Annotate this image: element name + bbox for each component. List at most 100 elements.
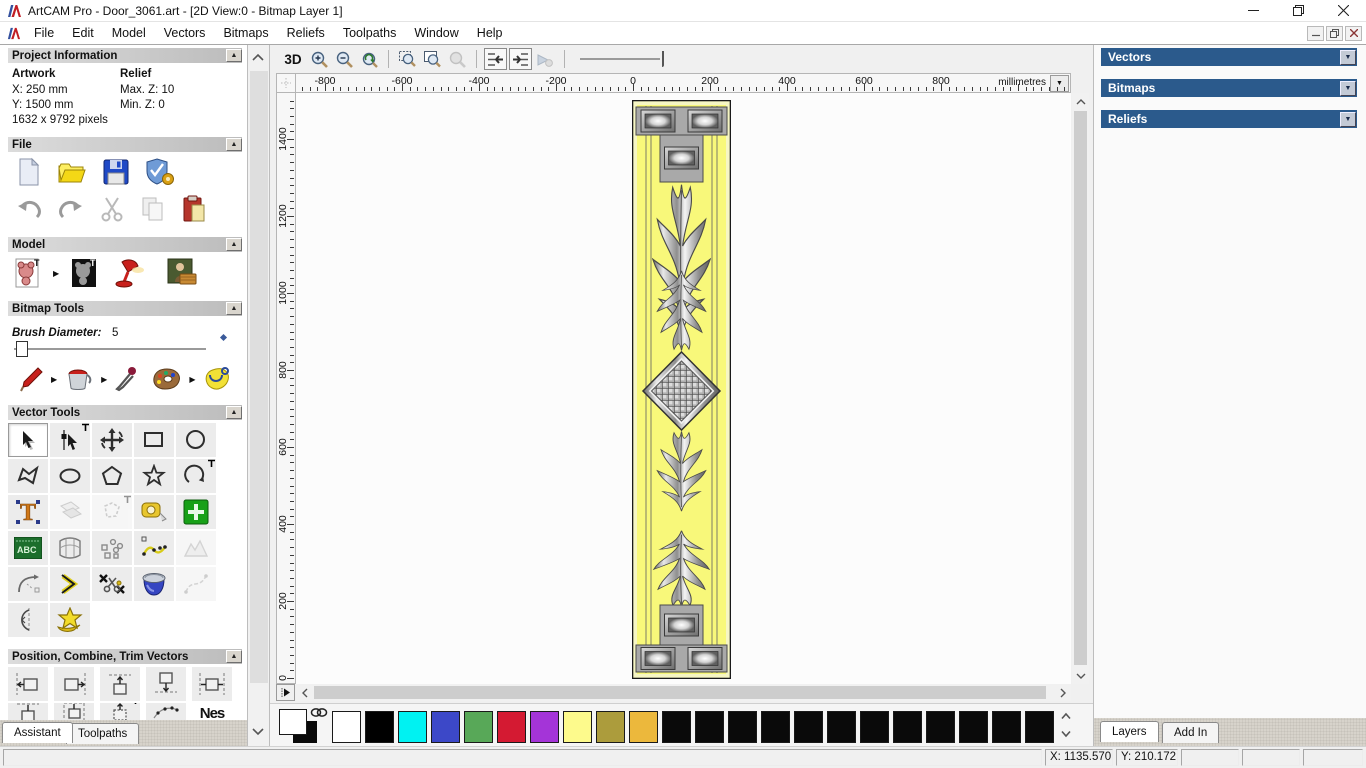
assistant-scroll-thumb[interactable] (250, 71, 268, 683)
create-rectangle-button[interactable] (134, 423, 174, 457)
palette-swatch[interactable] (596, 711, 625, 743)
align-right-button[interactable] (54, 667, 94, 701)
paste-button[interactable] (182, 195, 206, 223)
undo-button[interactable] (16, 198, 42, 220)
section-header-vector-tools[interactable]: Vector Tools ▲ (8, 405, 242, 420)
mdi-close-button[interactable] (1345, 25, 1362, 41)
wrap-vectors-button[interactable] (50, 603, 90, 637)
zoom-slider-track[interactable] (580, 58, 660, 60)
menu-file[interactable]: File (25, 23, 63, 43)
paint-button[interactable] (18, 366, 44, 392)
palette-scroll-down-button[interactable] (1060, 730, 1072, 738)
align-top-button[interactable] (100, 667, 140, 701)
zoom-previous-button[interactable] (358, 48, 381, 70)
panel-expand-button[interactable]: ▼ (1340, 111, 1356, 127)
zoom-box-button[interactable] (396, 48, 419, 70)
mdi-minimize-button[interactable] (1307, 25, 1324, 41)
cut-button[interactable] (100, 196, 124, 222)
menu-bitmaps[interactable]: Bitmaps (214, 23, 277, 43)
adjust-model-button[interactable]: T (70, 257, 98, 289)
palette-swatch[interactable] (728, 711, 757, 743)
close-button[interactable] (1321, 0, 1366, 21)
brush-diameter-slider[interactable] (14, 348, 206, 350)
palette-swatch[interactable] (365, 711, 394, 743)
brush-diameter-slider-handle[interactable] (16, 341, 28, 357)
section-header-file[interactable]: File ▲ (8, 137, 242, 152)
canvas-vertical-scrollbar[interactable] (1072, 93, 1089, 684)
menu-window[interactable]: Window (405, 23, 467, 43)
menu-reliefs[interactable]: Reliefs (278, 23, 334, 43)
colour-picker-button[interactable] (114, 366, 140, 392)
create-polygon-button[interactable] (92, 459, 132, 493)
collapse-button[interactable]: ▲ (226, 138, 242, 151)
scroll-down-button[interactable] (1072, 667, 1089, 684)
panel-bar-reliefs[interactable]: Reliefs ▼ (1101, 110, 1357, 128)
view-3d-button[interactable]: 3D (280, 48, 306, 70)
tab-add-in[interactable]: Add In (1162, 722, 1220, 743)
cut-trim-vectors-button[interactable] (92, 567, 132, 601)
mdi-restore-button[interactable] (1326, 25, 1343, 41)
collapse-button[interactable]: ▲ (226, 650, 242, 663)
envelope-distortion-button[interactable] (50, 531, 90, 565)
panel-bar-bitmaps[interactable]: Bitmaps ▼ (1101, 79, 1357, 97)
primary-colour-indicator[interactable] (279, 709, 307, 735)
restore-button[interactable] (1276, 0, 1321, 21)
palette-swatch[interactable] (662, 711, 691, 743)
transform-vectors-button[interactable] (92, 423, 132, 457)
dock-left-button[interactable] (484, 48, 507, 70)
pane-split-button[interactable] (276, 684, 295, 701)
zoom-fit-button[interactable] (421, 48, 444, 70)
create-ellipse-button[interactable] (50, 459, 90, 493)
tab-toolpaths[interactable]: Toolpaths (66, 723, 140, 744)
palette-swatch[interactable] (695, 711, 724, 743)
palette-swatch[interactable] (761, 711, 790, 743)
palette-swatch[interactable] (332, 711, 361, 743)
align-center-horizontal-button[interactable] (192, 667, 232, 701)
scroll-up-icon[interactable] (251, 53, 265, 61)
model-properties-button[interactable] (145, 157, 175, 187)
panel-bar-vectors[interactable]: Vectors ▼ (1101, 48, 1357, 66)
tab-layers[interactable]: Layers (1100, 721, 1159, 742)
zoom-slider[interactable] (576, 49, 676, 69)
offset-vectors-button[interactable] (50, 495, 90, 529)
assistant-scrollbar[interactable] (248, 45, 270, 746)
align-bottom-button[interactable] (146, 667, 186, 701)
new-model-button[interactable] (16, 157, 42, 187)
preview-button[interactable] (534, 48, 557, 70)
palette-scroll-up-button[interactable] (1060, 712, 1072, 720)
join-vectors-button[interactable] (50, 567, 90, 601)
collapse-button[interactable]: ▲ (226, 238, 242, 251)
fillet-tool-button[interactable] (8, 567, 48, 601)
copy-button[interactable] (140, 196, 166, 222)
create-polyline-button[interactable] (8, 459, 48, 493)
open-model-button[interactable] (57, 158, 87, 186)
panel-expand-button[interactable]: ▼ (1340, 80, 1356, 96)
menu-help[interactable]: Help (468, 23, 512, 43)
scroll-down-icon[interactable] (251, 728, 265, 736)
lighting-button[interactable] (114, 258, 146, 288)
menu-vectors[interactable]: Vectors (155, 23, 215, 43)
palette-swatch[interactable] (464, 711, 493, 743)
palette-swatch[interactable] (926, 711, 955, 743)
simplify-vectors-button[interactable] (176, 531, 216, 565)
section-header-position-combine-trim[interactable]: Position, Combine, Trim Vectors ▲ (8, 649, 242, 664)
zoom-object-button[interactable] (446, 48, 469, 70)
horizontal-scroll-thumb[interactable] (314, 686, 1046, 699)
section-header-model[interactable]: Model ▲ (8, 237, 242, 252)
fit-curve-to-points-button[interactable] (134, 531, 174, 565)
set-model-size-button[interactable]: T (14, 257, 42, 289)
vertical-scroll-thumb[interactable] (1074, 111, 1087, 665)
palette-swatch[interactable] (860, 711, 889, 743)
redo-button[interactable] (58, 198, 84, 220)
tab-assistant[interactable]: Assistant (2, 722, 73, 743)
ruler-units-button[interactable]: ▼▲ (1050, 75, 1069, 92)
palette-swatch[interactable] (1025, 711, 1054, 743)
slider-pin-icon[interactable] (219, 333, 228, 342)
canvas-horizontal-scrollbar[interactable] (296, 684, 1071, 701)
palette-swatch[interactable] (992, 711, 1021, 743)
collapse-button[interactable]: ▲ (226, 49, 242, 62)
palette-swatch[interactable] (563, 711, 592, 743)
collapse-button[interactable]: ▲ (226, 302, 242, 315)
section-header-bitmap-tools[interactable]: Bitmap Tools ▲ (8, 301, 242, 316)
minimize-button[interactable] (1231, 0, 1276, 21)
